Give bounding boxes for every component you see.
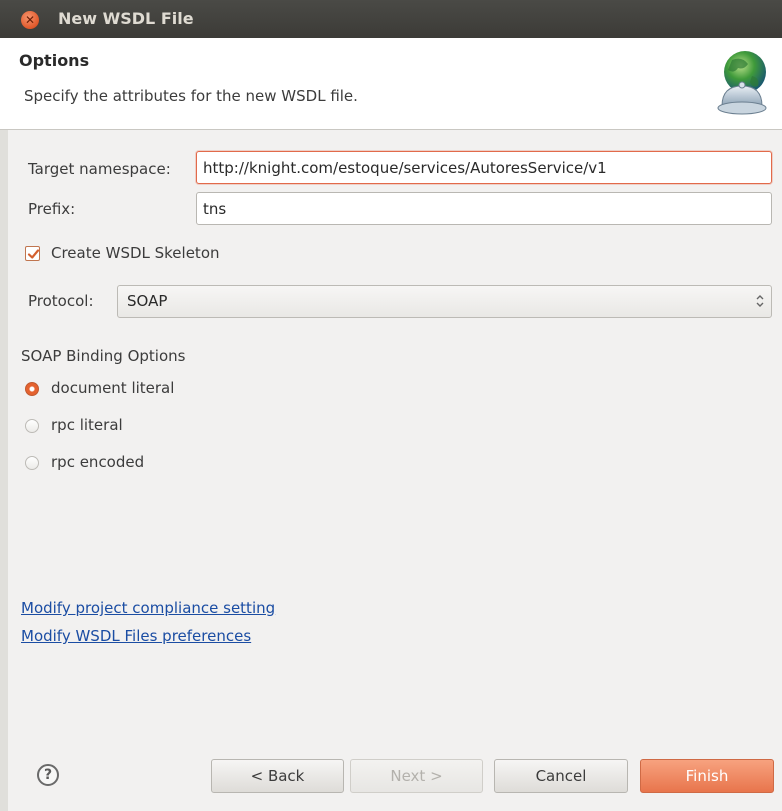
page-description: Specify the attributes for the new WSDL … [24,87,358,105]
compliance-link[interactable]: Modify project compliance setting [21,599,275,617]
radio-rpc-literal[interactable] [25,419,39,433]
dialog-header: Options Specify the attributes for the n… [0,38,782,130]
radio-document-literal-label[interactable]: document literal [51,379,174,397]
checkmark-icon [27,249,40,259]
radio-rpc-encoded-label[interactable]: rpc encoded [51,453,144,471]
create-skeleton-checkbox[interactable] [25,246,40,261]
target-namespace-label: Target namespace: [28,160,171,178]
next-button[interactable]: Next > [350,759,483,793]
radio-document-literal[interactable] [25,382,39,396]
prefix-field[interactable] [196,192,772,225]
wsdl-globe-icon [717,51,767,115]
radio-rpc-encoded[interactable] [25,456,39,470]
up-down-arrows-icon [756,295,764,307]
protocol-label: Protocol: [28,292,94,310]
preferences-link[interactable]: Modify WSDL Files preferences [21,627,251,645]
target-namespace-field[interactable] [196,151,772,184]
protocol-value: SOAP [127,292,168,310]
cancel-button[interactable]: Cancel [494,759,628,793]
help-icon[interactable]: ? [37,764,59,786]
radio-rpc-literal-label[interactable]: rpc literal [51,416,123,434]
prefix-label: Prefix: [28,200,76,218]
title-bar: ✕ New WSDL File [0,0,782,38]
binding-group-label: SOAP Binding Options [21,347,186,365]
create-skeleton-label[interactable]: Create WSDL Skeleton [51,244,220,262]
finish-button[interactable]: Finish [640,759,774,793]
dialog-left-edge [0,130,8,811]
back-button[interactable]: < Back [211,759,344,793]
protocol-select[interactable]: SOAP [117,285,772,318]
window-title: New WSDL File [58,9,194,28]
page-title: Options [19,51,90,70]
close-icon[interactable]: ✕ [21,11,39,29]
